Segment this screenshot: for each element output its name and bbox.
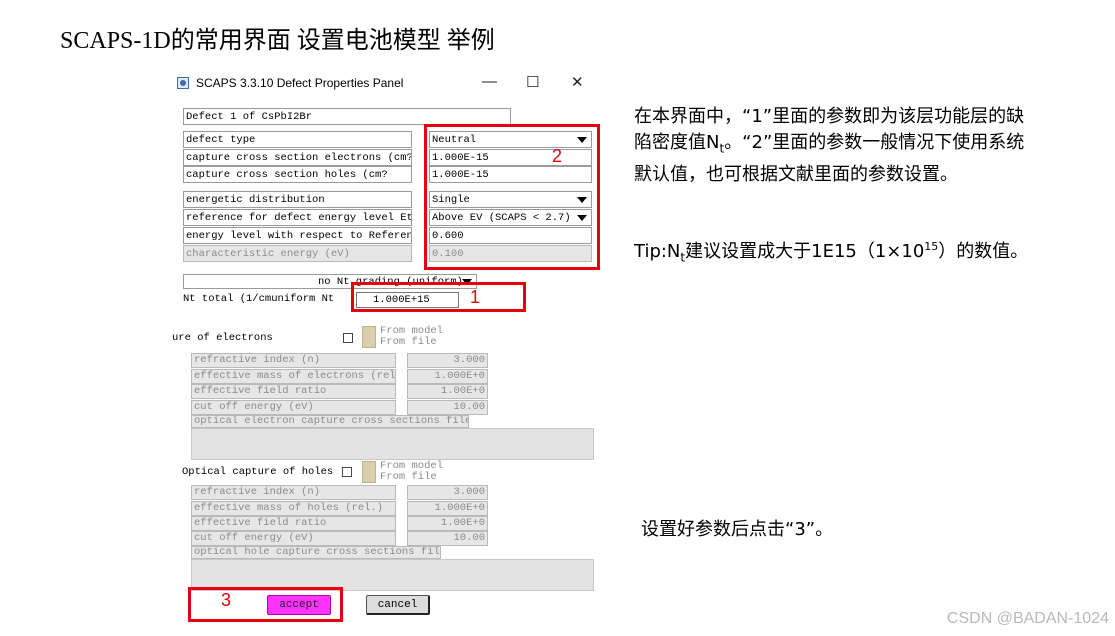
- defect-name-field: Defect 1 of CsPbI2Br: [183, 108, 511, 125]
- optical-electrons-checkbox[interactable]: [343, 333, 353, 343]
- electrons-cutoff-energy-value: 10.00: [407, 400, 488, 415]
- capture-holes-label: capture cross section holes (cm?: [183, 166, 412, 183]
- watermark: CSDN @BADAN-1024: [946, 610, 1109, 627]
- holes-from-file: From file: [380, 471, 437, 483]
- optical-holes-title: Optical capture of holes: [182, 466, 334, 478]
- note-paragraph-3: 设置好参数后点击“3”。: [641, 519, 834, 540]
- annotation-box-2: [424, 124, 600, 270]
- annotation-number-3: 3: [221, 590, 232, 610]
- defect-type-label: defect type: [183, 131, 412, 148]
- note-paragraph-2: Tip:Nt建议设置成大于1E15（1×1015）的数值。: [634, 234, 1044, 271]
- capture-electrons-label: capture cross section electrons (cm?: [183, 149, 412, 166]
- app-icon: [177, 77, 189, 89]
- electrons-file-field[interactable]: [191, 428, 594, 460]
- model-file-icon: [362, 461, 376, 483]
- note-2-text-c: ）的数值。: [938, 241, 1029, 262]
- electrons-from-file: From file: [380, 336, 437, 348]
- annotation-number-1: 1: [470, 287, 481, 307]
- window-title: SCAPS 3.3.10 Defect Properties Panel: [196, 76, 404, 90]
- note-2-text-a: Tip:N: [634, 241, 681, 262]
- electrons-effective-mass-value: 1.000E+0: [407, 369, 488, 384]
- model-file-icon: [362, 326, 376, 348]
- electrons-file-label: optical electron capture cross sections …: [191, 415, 469, 428]
- electrons-cutoff-energy-label: cut off energy (eV): [191, 400, 396, 415]
- optical-electrons-title: ure of electrons: [172, 332, 273, 344]
- holes-effective-mass-label: effective mass of holes (rel.): [191, 501, 396, 516]
- minimize-icon[interactable]: —: [482, 73, 497, 90]
- electrons-from-model: From model: [380, 325, 444, 337]
- holes-cutoff-energy-value: 10.00: [407, 531, 488, 546]
- holes-refractive-index-value: 3.000: [407, 485, 488, 500]
- energetic-distribution-label: energetic distribution: [183, 191, 412, 208]
- cancel-button[interactable]: cancel: [366, 595, 430, 615]
- holes-file-label: optical hole capture cross sections file…: [191, 546, 441, 559]
- holes-cutoff-energy-label: cut off energy (eV): [191, 531, 396, 546]
- note-paragraph-1: 在本界面中，“1”里面的参数即为该层功能层的缺陷密度值Nt。“2”里面的参数一般…: [634, 104, 1034, 188]
- note-2-sup: 15: [924, 240, 939, 253]
- holes-effective-mass-value: 1.000E+0: [407, 501, 488, 516]
- electrons-refractive-index-value: 3.000: [407, 353, 488, 368]
- holes-field-ratio-value: 1.00E+0: [407, 516, 488, 531]
- window-titlebar: SCAPS 3.3.10 Defect Properties Panel — ☐…: [170, 70, 598, 96]
- close-icon[interactable]: ✕: [571, 73, 584, 91]
- holes-field-ratio-label: effective field ratio: [191, 516, 396, 531]
- energy-level-label: energy level with respect to Referenc: [183, 227, 412, 244]
- note-2-text-b: 建议设置成大于1E15（1×10: [685, 241, 925, 262]
- annotation-number-2: 2: [552, 146, 563, 166]
- nt-total-label: Nt total (1/cmuniform Nt: [183, 293, 335, 305]
- reference-energy-label: reference for defect energy level Et: [183, 209, 412, 226]
- characteristic-energy-label: characteristic energy (eV): [183, 245, 412, 262]
- holes-refractive-index-label: refractive index (n): [191, 485, 396, 500]
- annotation-box-1: [351, 282, 526, 312]
- electrons-field-ratio-value: 1.00E+0: [407, 384, 488, 399]
- holes-from-model: From model: [380, 460, 444, 472]
- electrons-field-ratio-label: effective field ratio: [191, 384, 396, 399]
- slide-title: SCAPS-1D的常用界面 设置电池模型 举例: [60, 28, 495, 54]
- optical-holes-checkbox[interactable]: [342, 467, 352, 477]
- maximize-icon[interactable]: ☐: [526, 73, 539, 91]
- annotation-box-3: [188, 587, 343, 622]
- electrons-refractive-index-label: refractive index (n): [191, 353, 396, 368]
- electrons-effective-mass-label: effective mass of electrons (rel.: [191, 369, 396, 384]
